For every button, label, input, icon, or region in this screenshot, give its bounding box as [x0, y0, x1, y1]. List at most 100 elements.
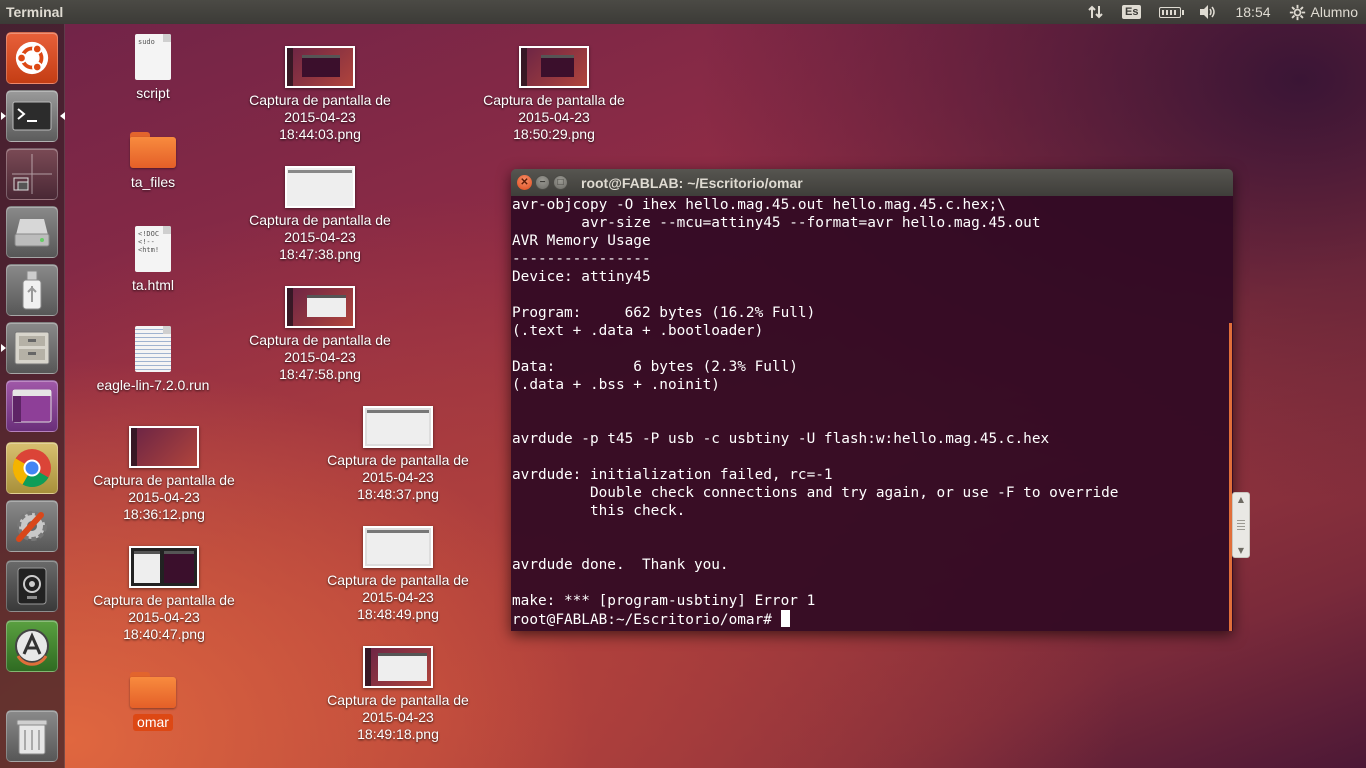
text-file-icon: sudo: [135, 34, 171, 80]
desktop-icon-screenshot[interactable]: Captura de pantalla de 2015-04-23 18:47:…: [245, 286, 395, 383]
html-file-icon: <!DOC <!-- <htm!: [135, 226, 171, 272]
terminal-line: Double check connections and try again, …: [512, 485, 1119, 501]
image-thumbnail-icon: [363, 526, 433, 568]
terminal-line: Data: 6 bytes (2.3% Full): [512, 359, 798, 375]
launcher: [0, 24, 65, 768]
webcam-icon[interactable]: [6, 560, 58, 612]
terminal-line: avrdude: initialization failed, rc=-1: [512, 467, 833, 483]
terminal-line: this check.: [512, 503, 686, 519]
terminal-prompt-line[interactable]: root@FABLAB:~/Escritorio/omar#: [512, 610, 1232, 629]
desktop-icon-label: ta_files: [130, 174, 176, 190]
terminal-line: Device: attiny45: [512, 269, 651, 285]
desktop-icon-label: Captura de pantalla de 2015-04-23 18:48:…: [327, 572, 469, 622]
usb-drive-icon[interactable]: [6, 264, 58, 316]
terminal-line: make: *** [program-usbtiny] Error 1: [512, 593, 816, 609]
terminal-scrollbar[interactable]: ▲ ▼: [1232, 492, 1250, 558]
desktop-icon-screenshot[interactable]: Captura de pantalla de 2015-04-23 18:48:…: [323, 406, 473, 503]
terminal-line: (.text + .data + .bootloader): [512, 323, 764, 339]
desktop-icon-label: Captura de pantalla de 2015-04-23 18:44:…: [249, 92, 391, 142]
terminal-line: ----------------: [512, 251, 651, 267]
trash-icon[interactable]: [6, 710, 58, 762]
desktop-icon-screenshot[interactable]: Captura de pantalla de 2015-04-23 18:47:…: [245, 166, 395, 263]
terminal-line: avr-objcopy -O ihex hello.mag.45.out hel…: [512, 197, 1006, 213]
image-thumbnail-icon: [363, 406, 433, 448]
desktop-icon-label: Captura de pantalla de 2015-04-23 18:49:…: [327, 692, 469, 742]
terminal-titlebar[interactable]: ✕ − □ root@FABLAB: ~/Escritorio/omar: [511, 169, 1233, 196]
scroll-up-icon[interactable]: ▲: [1238, 495, 1244, 504]
volume-icon[interactable]: [1190, 0, 1226, 24]
desktop-icon-ta-html[interactable]: <!DOC <!-- <htm! ta.html: [78, 226, 228, 294]
image-thumbnail-icon: [285, 286, 355, 328]
battery-icon[interactable]: [1150, 0, 1190, 24]
image-thumbnail-icon: [129, 546, 199, 588]
desktop-icon-label: Captura de pantalla de 2015-04-23 18:36:…: [93, 472, 235, 522]
maximize-icon[interactable]: □: [553, 175, 568, 190]
desktop-icon-label: eagle-lin-7.2.0.run: [96, 377, 210, 393]
desktop-icon-label: Captura de pantalla de 2015-04-23 18:47:…: [249, 332, 391, 382]
software-updater-icon[interactable]: [6, 620, 58, 672]
desktop-icon-label: Captura de pantalla de 2015-04-23 18:50:…: [483, 92, 625, 142]
terminal-prompt: root@FABLAB:~/Escritorio/omar#: [512, 612, 781, 628]
files-icon[interactable]: [1, 322, 58, 374]
desktop-icon-eagle-run[interactable]: eagle-lin-7.2.0.run: [78, 326, 228, 394]
terminal-window[interactable]: ✕ − □ root@FABLAB: ~/Escritorio/omar avr…: [511, 169, 1233, 631]
desktop-icon-screenshot[interactable]: Captura de pantalla de 2015-04-23 18:40:…: [89, 546, 239, 643]
desktop-icon-screenshot[interactable]: Captura de pantalla de 2015-04-23 18:36:…: [89, 426, 239, 523]
desktop-icon-label: Captura de pantalla de 2015-04-23 18:48:…: [327, 452, 469, 502]
terminal-scroll-accent: [1229, 323, 1232, 631]
system-settings-icon[interactable]: [6, 500, 58, 552]
terminal-icon[interactable]: [1, 90, 65, 142]
terminal-line: avr-size --mcu=attiny45 --format=avr hel…: [512, 215, 1041, 231]
desktop-icon-ta-files[interactable]: ta_files: [78, 132, 228, 191]
terminal-title: root@FABLAB: ~/Escritorio/omar: [581, 174, 803, 191]
desktop-icon-label: Captura de pantalla de 2015-04-23 18:47:…: [249, 212, 391, 262]
file-preview-text: <!DOC <!-- <htm!: [138, 230, 160, 254]
desktop-icon-label: script: [136, 85, 170, 101]
terminal-line: avrdude done. Thank you.: [512, 557, 729, 573]
keyboard-layout-icon[interactable]: Es: [1113, 0, 1150, 24]
network-arrows-icon[interactable]: [1079, 0, 1113, 24]
ubuntu-window-icon[interactable]: [6, 380, 58, 432]
terminal-output-lines: avr-objcopy -O ihex hello.mag.45.out hel…: [512, 196, 1232, 610]
terminal-line: AVR Memory Usage: [512, 233, 651, 249]
ubuntu-dash-icon[interactable]: [6, 32, 58, 84]
scrollbar-grip[interactable]: [1237, 520, 1245, 530]
script-file-icon: [135, 326, 171, 372]
workspace-switcher-icon[interactable]: [6, 148, 58, 200]
image-thumbnail-icon: [363, 646, 433, 688]
gear-icon: [1289, 4, 1306, 21]
top-panel: Terminal Es 18:54 Alumno: [0, 0, 1366, 24]
image-thumbnail-icon: [285, 166, 355, 208]
terminal-line: (.data + .bss + .noinit): [512, 377, 720, 393]
desktop-icon-label: omar: [133, 714, 173, 731]
clock[interactable]: 18:54: [1226, 0, 1279, 24]
folder-icon: [130, 132, 176, 168]
scroll-down-icon[interactable]: ▼: [1238, 546, 1244, 555]
desktop-icon-label: ta.html: [131, 277, 174, 293]
desktop-icon-script[interactable]: sudo script: [78, 34, 228, 102]
keyboard-layout-label: Es: [1122, 5, 1142, 19]
desktop-icon-label: Captura de pantalla de 2015-04-23 18:40:…: [93, 592, 235, 642]
desktop-icon-screenshot[interactable]: Captura de pantalla de 2015-04-23 18:50:…: [479, 46, 629, 143]
user-menu[interactable]: Alumno: [1280, 0, 1366, 24]
desktop-icon-omar[interactable]: omar: [78, 672, 228, 731]
folder-icon: [130, 672, 176, 708]
minimize-icon[interactable]: −: [535, 175, 550, 190]
terminal-line: Program: 662 bytes (16.2% Full): [512, 305, 816, 321]
hard-drive-icon[interactable]: [6, 206, 58, 258]
user-name: Alumno: [1310, 4, 1358, 20]
image-thumbnail-icon: [129, 426, 199, 468]
image-thumbnail-icon: [519, 46, 589, 88]
image-thumbnail-icon: [285, 46, 355, 88]
indicator-area: Es 18:54 Alumno: [1079, 0, 1366, 24]
desktop-icon-screenshot[interactable]: Captura de pantalla de 2015-04-23 18:49:…: [323, 646, 473, 743]
file-preview-text: sudo: [138, 38, 155, 46]
close-icon[interactable]: ✕: [517, 175, 532, 190]
chrome-icon[interactable]: [6, 442, 58, 494]
terminal-cursor: [780, 610, 790, 627]
active-app-title: Terminal: [6, 4, 64, 20]
terminal-line: avrdude -p t45 -P usb -c usbtiny -U flas…: [512, 431, 1050, 447]
desktop-icon-screenshot[interactable]: Captura de pantalla de 2015-04-23 18:44:…: [245, 46, 395, 143]
desktop-icon-screenshot[interactable]: Captura de pantalla de 2015-04-23 18:48:…: [323, 526, 473, 623]
terminal-output[interactable]: avr-objcopy -O ihex hello.mag.45.out hel…: [511, 196, 1233, 631]
